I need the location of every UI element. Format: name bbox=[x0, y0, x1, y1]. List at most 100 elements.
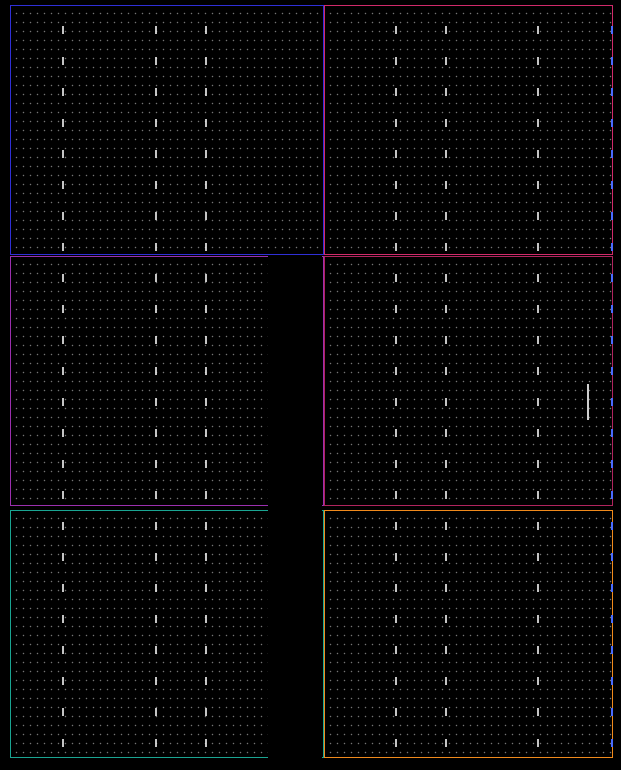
tick-mark bbox=[205, 491, 207, 499]
tick-mark bbox=[395, 677, 397, 685]
tick-mark bbox=[395, 274, 397, 282]
tick-mark bbox=[445, 212, 447, 220]
tick-mark bbox=[205, 739, 207, 747]
scrollbar-thumb[interactable] bbox=[587, 384, 589, 420]
tick-mark bbox=[205, 26, 207, 34]
tick-mark bbox=[537, 398, 539, 406]
tick-mark bbox=[155, 460, 157, 468]
tick-mark bbox=[445, 615, 447, 623]
tick-mark bbox=[205, 646, 207, 654]
tick-mark bbox=[395, 26, 397, 34]
tick-mark bbox=[445, 584, 447, 592]
tick-mark bbox=[395, 615, 397, 623]
tick-mark bbox=[445, 181, 447, 189]
dot-grid-canvas bbox=[0, 0, 621, 770]
tick-mark bbox=[155, 274, 157, 282]
tick-mark bbox=[445, 88, 447, 96]
tick-mark bbox=[62, 491, 64, 499]
tick-mark bbox=[611, 460, 613, 468]
tick-mark bbox=[395, 398, 397, 406]
tick-mark bbox=[155, 429, 157, 437]
tick-mark bbox=[445, 150, 447, 158]
tick-mark bbox=[62, 615, 64, 623]
tick-mark bbox=[395, 57, 397, 65]
tick-mark bbox=[537, 460, 539, 468]
panel-bottom-right bbox=[324, 510, 613, 758]
tick-mark bbox=[611, 212, 613, 220]
tick-mark bbox=[205, 150, 207, 158]
tick-mark bbox=[611, 150, 613, 158]
tick-mark bbox=[155, 181, 157, 189]
tick-mark bbox=[205, 181, 207, 189]
tick-mark bbox=[445, 646, 447, 654]
tick-mark bbox=[445, 677, 447, 685]
tick-mark bbox=[395, 212, 397, 220]
tick-mark bbox=[395, 646, 397, 654]
tick-mark bbox=[62, 88, 64, 96]
blank-column-band bbox=[268, 256, 322, 758]
tick-mark bbox=[395, 708, 397, 716]
tick-mark bbox=[395, 150, 397, 158]
tick-mark bbox=[611, 491, 613, 499]
tick-mark bbox=[62, 305, 64, 313]
tick-mark bbox=[611, 336, 613, 344]
tick-mark bbox=[155, 677, 157, 685]
tick-mark bbox=[395, 305, 397, 313]
tick-mark bbox=[611, 584, 613, 592]
tick-mark bbox=[205, 119, 207, 127]
tick-mark bbox=[205, 460, 207, 468]
tick-mark bbox=[395, 522, 397, 530]
dot-pattern bbox=[11, 6, 323, 254]
tick-mark bbox=[445, 305, 447, 313]
tick-mark bbox=[395, 119, 397, 127]
tick-mark bbox=[205, 553, 207, 561]
tick-mark bbox=[62, 367, 64, 375]
tick-mark bbox=[155, 646, 157, 654]
tick-mark bbox=[611, 274, 613, 282]
tick-mark bbox=[62, 584, 64, 592]
tick-mark bbox=[611, 398, 613, 406]
dot-pattern bbox=[325, 6, 612, 254]
tick-mark bbox=[62, 119, 64, 127]
tick-mark bbox=[395, 429, 397, 437]
tick-mark bbox=[611, 305, 613, 313]
tick-mark bbox=[62, 429, 64, 437]
tick-mark bbox=[445, 708, 447, 716]
tick-mark bbox=[62, 243, 64, 251]
tick-mark bbox=[537, 677, 539, 685]
tick-mark bbox=[537, 305, 539, 313]
tick-mark bbox=[611, 553, 613, 561]
tick-mark bbox=[537, 181, 539, 189]
tick-mark bbox=[537, 57, 539, 65]
tick-mark bbox=[445, 491, 447, 499]
tick-mark bbox=[611, 615, 613, 623]
tick-mark bbox=[537, 150, 539, 158]
tick-mark bbox=[205, 584, 207, 592]
tick-mark bbox=[205, 522, 207, 530]
tick-mark bbox=[155, 57, 157, 65]
tick-mark bbox=[395, 739, 397, 747]
tick-mark bbox=[445, 336, 447, 344]
tick-mark bbox=[611, 739, 613, 747]
tick-mark bbox=[155, 739, 157, 747]
tick-mark bbox=[155, 212, 157, 220]
tick-mark bbox=[445, 243, 447, 251]
tick-mark bbox=[205, 677, 207, 685]
tick-mark bbox=[395, 584, 397, 592]
tick-mark bbox=[537, 615, 539, 623]
tick-mark bbox=[537, 584, 539, 592]
tick-mark bbox=[205, 274, 207, 282]
tick-mark bbox=[62, 336, 64, 344]
dot-pattern bbox=[325, 511, 612, 757]
tick-mark bbox=[155, 553, 157, 561]
panel-middle-right bbox=[324, 256, 613, 506]
tick-mark bbox=[155, 26, 157, 34]
panel-top-left bbox=[10, 5, 324, 255]
tick-mark bbox=[611, 181, 613, 189]
tick-mark bbox=[395, 460, 397, 468]
tick-mark bbox=[445, 398, 447, 406]
tick-mark bbox=[445, 429, 447, 437]
tick-mark bbox=[537, 26, 539, 34]
tick-mark bbox=[155, 522, 157, 530]
tick-mark bbox=[155, 305, 157, 313]
